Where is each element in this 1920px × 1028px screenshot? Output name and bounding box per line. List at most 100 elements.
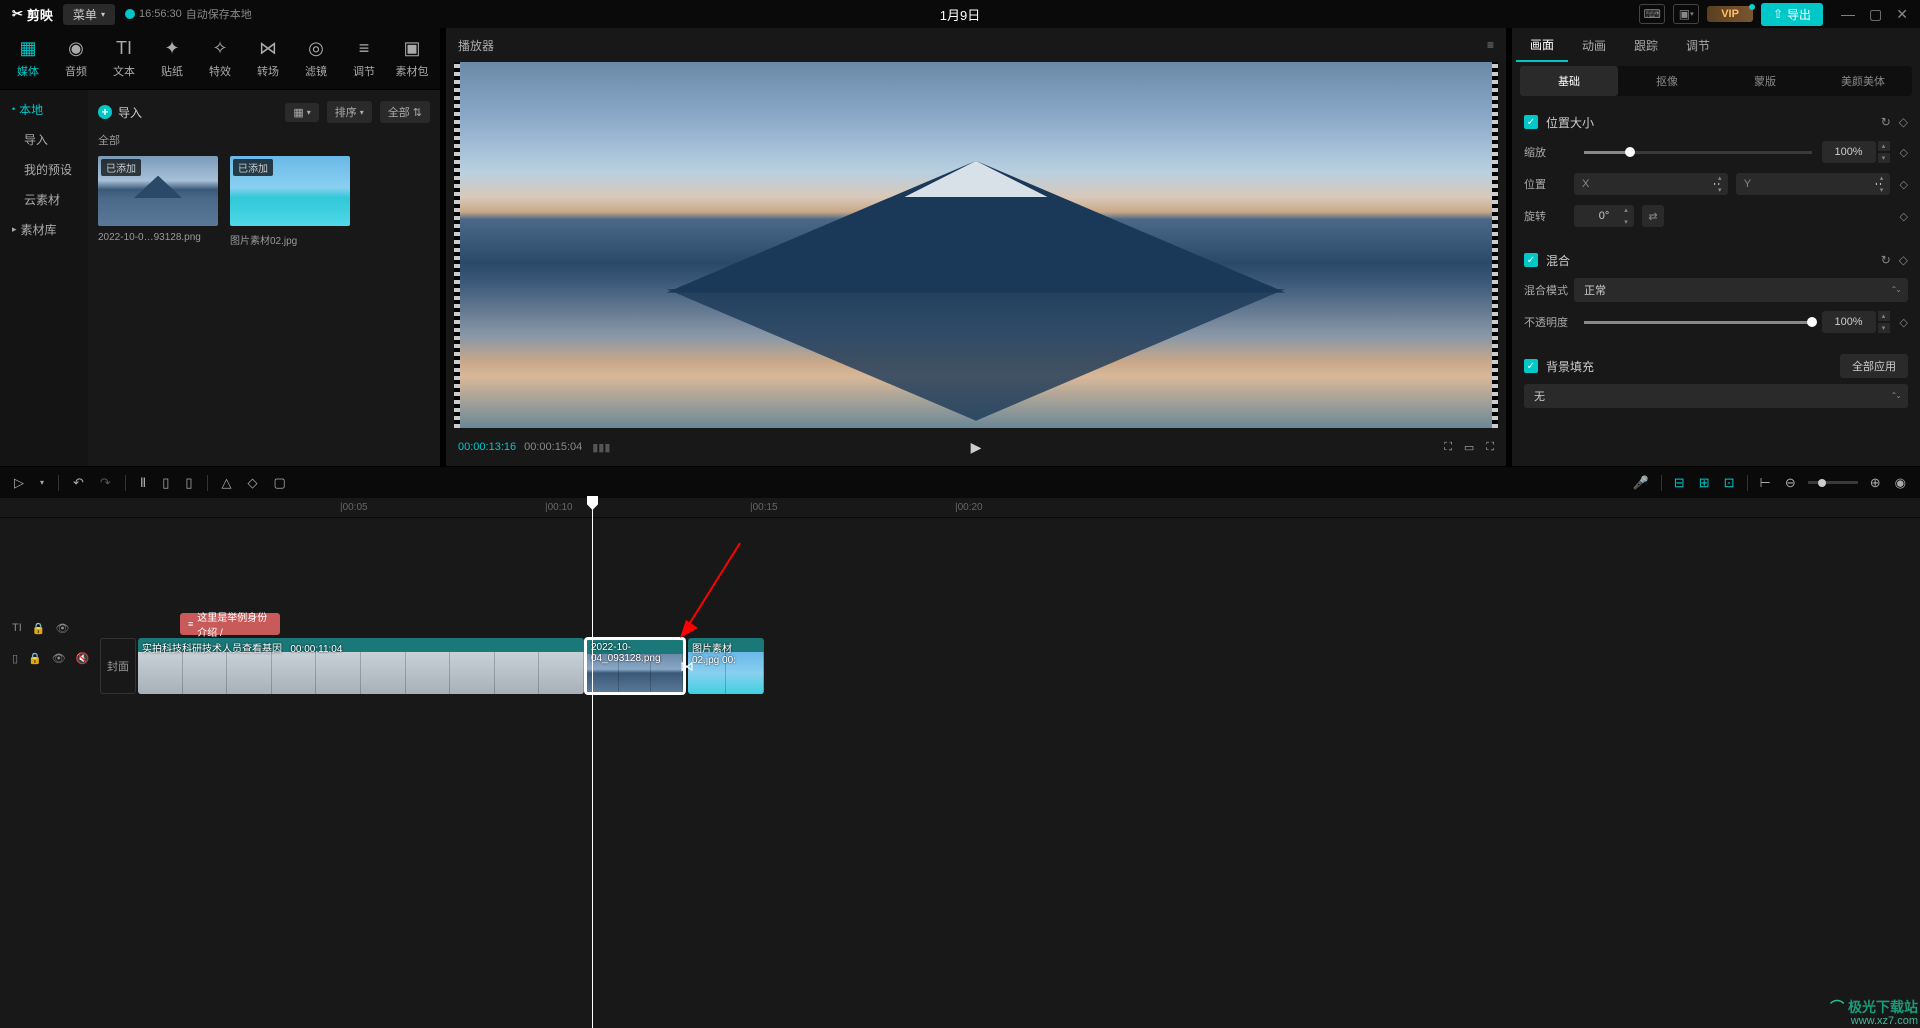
check-icon[interactable]: ✓ xyxy=(1524,253,1538,267)
rotate-input[interactable]: 0°▴▾ xyxy=(1574,205,1634,227)
fullscreen-icon[interactable]: ⛶ xyxy=(1486,441,1494,454)
keyframe-icon[interactable]: ◇ xyxy=(1899,115,1908,129)
subtab-beauty[interactable]: 美颜美体 xyxy=(1814,66,1912,96)
delete-right-icon[interactable]: ▯ xyxy=(183,473,194,493)
export-button[interactable]: ⇧导出 xyxy=(1761,3,1823,26)
playhead[interactable] xyxy=(592,498,593,1028)
tab-adjust2[interactable]: 调节 xyxy=(1672,28,1724,62)
opacity-value[interactable]: 100% xyxy=(1822,311,1876,333)
tab-effect[interactable]: ✧特效 xyxy=(196,32,244,86)
split-icon[interactable]: Ⅱ xyxy=(138,473,148,493)
delete-left-icon[interactable]: ▯ xyxy=(160,473,171,493)
keyboard-icon[interactable]: ⌨ xyxy=(1639,4,1665,24)
player-viewport[interactable] xyxy=(454,62,1498,428)
zoom-in-icon[interactable]: ⊕ xyxy=(1868,473,1883,493)
play-button[interactable]: ▶ xyxy=(971,439,982,456)
rotate-icon[interactable]: ◇ xyxy=(246,473,260,493)
opacity-slider[interactable] xyxy=(1584,321,1812,324)
tab-picture[interactable]: 画面 xyxy=(1516,28,1568,62)
select-tool-icon[interactable]: ▷ xyxy=(12,473,26,493)
sidebar-local[interactable]: •本地 xyxy=(0,94,88,124)
mute-icon[interactable]: 🔇 xyxy=(76,652,90,665)
maximize-icon[interactable]: ▢ xyxy=(1869,6,1882,23)
filter-button[interactable]: 全部 ⇅ xyxy=(380,101,430,123)
media-thumb[interactable]: 已添加 图片素材02.jpg xyxy=(230,156,350,247)
zoom-out-icon[interactable]: ⊖ xyxy=(1783,473,1798,493)
timeline[interactable]: |00:05 |00:10 |00:15 |00:20 TI 🔒 👁 ≡这里是举… xyxy=(0,498,1920,1028)
ratio-icon[interactable]: ▭ xyxy=(1464,441,1474,454)
reset-icon[interactable]: ↻ xyxy=(1881,253,1891,267)
video-clip-2[interactable]: 2022-10-04_093128.png xyxy=(585,638,685,694)
tab-transition[interactable]: ⋈转场 xyxy=(244,32,292,86)
bg-fill-select[interactable]: 无 xyxy=(1524,384,1908,408)
scale-slider[interactable] xyxy=(1584,151,1812,154)
mic-icon[interactable]: 🎤 xyxy=(1631,473,1651,493)
mirror-icon[interactable]: △ xyxy=(220,473,234,493)
tab-audio[interactable]: ◉音频 xyxy=(52,32,100,86)
pos-x-input[interactable]: X0▴▾ xyxy=(1574,173,1728,195)
menu-button[interactable]: 菜单▾ xyxy=(63,4,115,25)
snap-icon[interactable]: ⊟ xyxy=(1672,473,1687,493)
keyframe-icon[interactable]: ◇ xyxy=(1900,146,1908,159)
video-clip-1[interactable]: 实拍科技科研技术人员查看基因 00:00:11:04 xyxy=(138,638,584,694)
media-thumb[interactable]: 已添加 2022-10-0…93128.png xyxy=(98,156,218,247)
undo-icon[interactable]: ↶ xyxy=(71,473,86,493)
scale-spinner[interactable]: ▴▾ xyxy=(1878,140,1890,164)
vip-button[interactable]: VIP xyxy=(1707,6,1753,22)
player-menu-icon[interactable]: ≡ xyxy=(1487,38,1494,52)
keyframe-icon[interactable]: ◇ xyxy=(1900,210,1908,223)
blend-mode-select[interactable]: 正常 xyxy=(1574,278,1908,302)
focus-icon[interactable]: ⛶ xyxy=(1444,441,1452,454)
scale-value[interactable]: 100% xyxy=(1822,141,1876,163)
reset-icon[interactable]: ↻ xyxy=(1881,115,1891,129)
tab-adjust[interactable]: ≡调节 xyxy=(340,32,388,86)
keyframe-icon[interactable]: ◇ xyxy=(1899,253,1908,267)
cover-button[interactable]: 封面 xyxy=(100,638,136,694)
link-icon[interactable]: ⊞ xyxy=(1697,473,1712,493)
minimize-icon[interactable]: — xyxy=(1841,6,1855,23)
tab-text[interactable]: TI文本 xyxy=(100,32,148,86)
subtab-cutout[interactable]: 抠像 xyxy=(1618,66,1716,96)
subtab-mask[interactable]: 蒙版 xyxy=(1716,66,1814,96)
pos-y-input[interactable]: Y0▴▾ xyxy=(1736,173,1890,195)
tab-track[interactable]: 跟踪 xyxy=(1620,28,1672,62)
tab-animation[interactable]: 动画 xyxy=(1568,28,1620,62)
keyframe-icon[interactable]: ◇ xyxy=(1900,316,1908,329)
zoom-fit-icon[interactable]: ◉ xyxy=(1893,473,1908,493)
timeline-ruler[interactable]: |00:05 |00:10 |00:15 |00:20 xyxy=(0,498,1920,518)
tab-pack[interactable]: ▣素材包 xyxy=(388,32,436,86)
zoom-slider[interactable] xyxy=(1808,481,1858,484)
crop-icon[interactable]: ▢ xyxy=(272,473,288,493)
sort-button[interactable]: 排序 ▾ xyxy=(327,101,372,123)
preview-icon[interactable]: ⊡ xyxy=(1722,473,1737,493)
sidebar-cloud[interactable]: 云素材 xyxy=(0,184,88,214)
visibility-icon[interactable]: 👁 xyxy=(52,652,66,665)
tab-filter[interactable]: ◎滤镜 xyxy=(292,32,340,86)
subtab-basic[interactable]: 基础 xyxy=(1520,66,1618,96)
keyframe-icon[interactable]: ◇ xyxy=(1900,178,1908,191)
opacity-spinner[interactable]: ▴▾ xyxy=(1878,310,1890,334)
lock-icon[interactable]: 🔒 xyxy=(32,622,46,635)
select-dropdown-icon[interactable]: ▾ xyxy=(38,476,46,489)
redo-icon[interactable]: ↷ xyxy=(98,473,113,493)
sidebar-preset[interactable]: 我的预设 xyxy=(0,154,88,184)
tab-media[interactable]: ▦媒体 xyxy=(4,32,52,86)
check-icon[interactable]: ✓ xyxy=(1524,359,1538,373)
volume-bars-icon[interactable]: ▮▮▮ xyxy=(592,441,610,454)
transition-icon[interactable]: ⋈ xyxy=(680,638,694,694)
view-mode-button[interactable]: ▦ ▾ xyxy=(285,103,318,122)
import-button[interactable]: +导入 xyxy=(98,104,142,121)
lock-icon[interactable]: 🔒 xyxy=(28,652,42,665)
close-icon[interactable]: ✕ xyxy=(1896,6,1908,23)
sidebar-library[interactable]: ▸素材库 xyxy=(0,214,88,244)
check-icon[interactable]: ✓ xyxy=(1524,115,1538,129)
align-icon[interactable]: ⊢ xyxy=(1758,473,1773,493)
sidebar-import[interactable]: 导入 xyxy=(0,124,88,154)
visibility-icon[interactable]: 👁 xyxy=(55,622,69,635)
apply-all-button[interactable]: 全部应用 xyxy=(1840,354,1908,378)
text-clip[interactable]: ≡这里是举例身份介绍 / xyxy=(180,613,280,635)
mirror-button[interactable]: ⇄ xyxy=(1642,205,1664,227)
layout-icon[interactable]: ▣ ▾ xyxy=(1673,4,1699,24)
tab-sticker[interactable]: ✦贴纸 xyxy=(148,32,196,86)
video-clip-3[interactable]: 图片素材02.jpg 00: xyxy=(688,638,764,694)
